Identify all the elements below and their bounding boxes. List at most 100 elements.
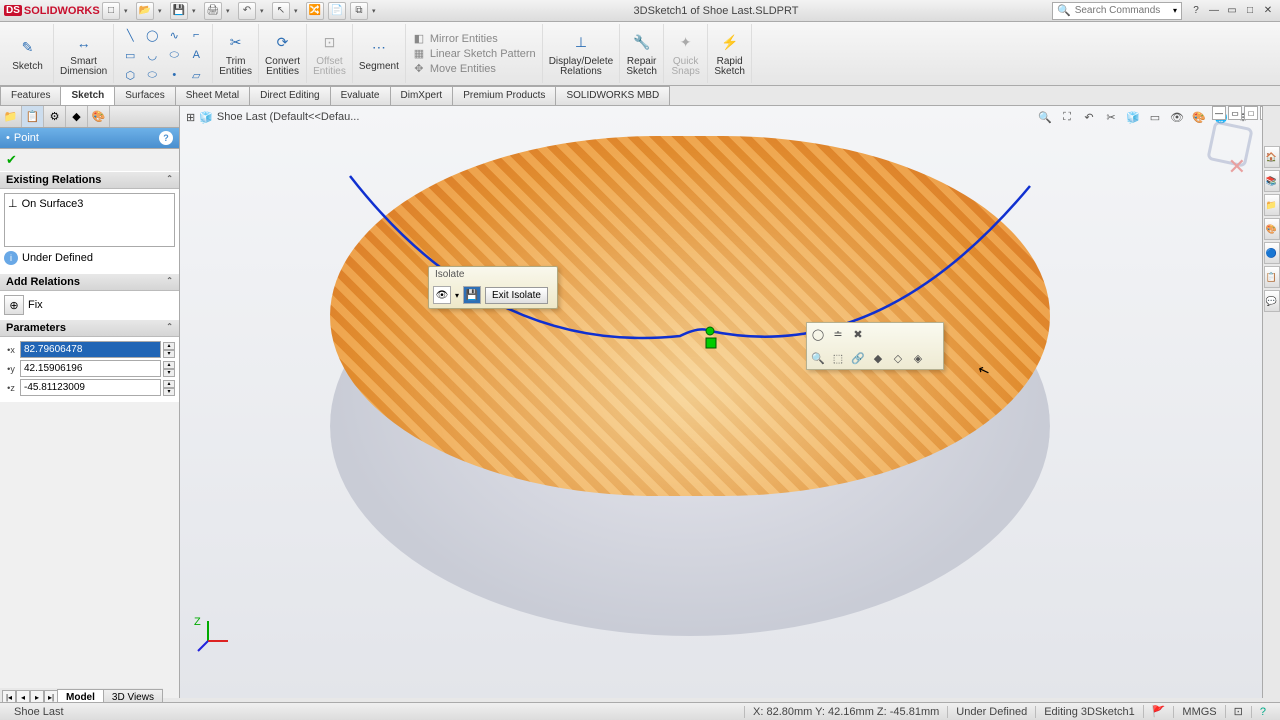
tab-dimxpert[interactable]: DimXpert — [390, 86, 454, 105]
ctx-coincident-icon[interactable]: ◈ — [910, 350, 926, 366]
fillet-icon[interactable]: ⌐ — [186, 26, 206, 44]
qat-select-icon[interactable]: ↖ — [272, 2, 290, 20]
pm-feature-tree-icon[interactable]: 📁 — [0, 106, 22, 127]
inner-restore-icon[interactable]: ▭ — [1228, 106, 1242, 120]
spinner[interactable]: ▴▾ — [163, 361, 175, 377]
tab-directediting[interactable]: Direct Editing — [249, 86, 330, 105]
search-commands[interactable]: 🔍 ▾ — [1052, 2, 1182, 20]
point-icon[interactable]: • — [164, 66, 184, 84]
qat-settings-icon[interactable]: ⧉ — [350, 2, 368, 20]
help-icon[interactable]: ? — [1188, 4, 1204, 18]
tab-mbd[interactable]: SOLIDWORKS MBD — [555, 86, 670, 105]
move-row[interactable]: ✥Move Entities — [412, 62, 536, 75]
tp-file-explorer-icon[interactable]: 📁 — [1264, 194, 1280, 216]
isolate-drop-icon[interactable]: ▾ — [455, 291, 459, 300]
circle-icon[interactable]: ◯ — [142, 26, 162, 44]
tab-evaluate[interactable]: Evaluate — [330, 86, 391, 105]
relations-list[interactable]: ⊥On Surface3 — [4, 193, 175, 247]
tp-appearances-icon[interactable]: 🔵 — [1264, 242, 1280, 264]
qat-print-icon[interactable]: 🖨 — [204, 2, 222, 20]
plane-icon[interactable]: ▱ — [186, 66, 206, 84]
existing-relations-header[interactable]: Existing Relations⌃ — [0, 171, 179, 189]
search-input[interactable] — [1075, 5, 1169, 16]
exit-isolate-button[interactable]: Exit Isolate — [485, 287, 548, 304]
pm-property-icon[interactable]: 📋 — [22, 106, 44, 127]
inner-min-icon[interactable]: — — [1212, 106, 1226, 120]
view-orient-icon[interactable]: 🧊 — [1124, 108, 1142, 126]
pm-config-icon[interactable]: ⚙ — [44, 106, 66, 127]
isolate-visibility-icon[interactable]: 👁 — [433, 286, 451, 304]
close-icon[interactable]: ✕ — [1260, 4, 1276, 18]
mirror-row[interactable]: ◧Mirror Entities — [412, 32, 536, 45]
sketch-button[interactable]: ✎ Sketch — [2, 24, 54, 83]
add-relations-header[interactable]: Add Relations⌃ — [0, 273, 179, 291]
qat-undo-icon[interactable]: ↶ — [238, 2, 256, 20]
pm-accept[interactable]: ✔ — [0, 149, 179, 171]
maximize-icon[interactable]: □ — [1242, 4, 1258, 18]
isolate-save-icon[interactable]: 💾 — [463, 286, 481, 304]
pm-display-icon[interactable]: 🎨 — [88, 106, 110, 127]
qat-open-icon[interactable]: 📂 — [136, 2, 154, 20]
ctx-zoom-icon[interactable]: 🔍 — [810, 350, 826, 366]
tp-forum-icon[interactable]: 💬 — [1264, 290, 1280, 312]
trim-button[interactable]: ✂Trim Entities — [213, 24, 259, 83]
text-icon[interactable]: A — [186, 46, 206, 64]
status-help-icon[interactable]: ? — [1251, 706, 1274, 718]
prev-view-icon[interactable]: ↶ — [1080, 108, 1098, 126]
help-icon[interactable]: ? — [159, 131, 173, 145]
param-y-input[interactable] — [20, 360, 161, 377]
breadcrumb[interactable]: ⊞ 🧊 Shoe Last (Default<<Defau... — [186, 111, 359, 124]
ctx-fix-icon[interactable]: ◆ — [870, 350, 886, 366]
tp-resources-icon[interactable]: 🏠 — [1264, 146, 1280, 168]
tab-premium[interactable]: Premium Products — [452, 86, 556, 105]
inner-max-icon[interactable]: □ — [1244, 106, 1258, 120]
pm-dim-icon[interactable]: ◆ — [66, 106, 88, 127]
appearance-icon[interactable]: 🎨 — [1190, 108, 1208, 126]
parameters-header[interactable]: Parameters⌃ — [0, 319, 179, 337]
status-units[interactable]: MMGS — [1173, 706, 1224, 718]
zoom-fit-icon[interactable]: 🔍 — [1036, 108, 1054, 126]
exit-sketch-icon[interactable]: ✕ — [1228, 154, 1246, 180]
fix-relation[interactable]: ⊕ Fix — [4, 295, 175, 315]
model-viewport[interactable] — [260, 126, 1120, 686]
tp-design-lib-icon[interactable]: 📚 — [1264, 170, 1280, 192]
status-lock-icon[interactable]: ⊡ — [1225, 705, 1251, 718]
polygon-icon[interactable]: ⬡ — [120, 66, 140, 84]
hide-show-icon[interactable]: 👁 — [1168, 108, 1186, 126]
expand-icon[interactable]: ⊞ — [186, 111, 195, 124]
qat-save-icon[interactable]: 💾 — [170, 2, 188, 20]
qat-rebuild-icon[interactable]: 🔀 — [306, 2, 324, 20]
param-x-input[interactable] — [20, 341, 161, 358]
search-dropdown-icon[interactable]: ▾ — [1173, 6, 1177, 15]
zoom-area-icon[interactable]: ⛶ — [1058, 108, 1076, 126]
smart-dimension-button[interactable]: ↔ Smart Dimension — [54, 24, 114, 83]
tab-sketch[interactable]: Sketch — [60, 86, 115, 105]
display-delete-button[interactable]: ⊥Display/Delete Relations — [543, 24, 620, 83]
tp-custom-props-icon[interactable]: 📋 — [1264, 266, 1280, 288]
pattern-row[interactable]: ▦Linear Sketch Pattern — [412, 47, 536, 60]
restore-icon[interactable]: ▭ — [1224, 4, 1240, 18]
tab-sheetmetal[interactable]: Sheet Metal — [175, 86, 250, 105]
segment-button[interactable]: ⋯Segment — [353, 24, 406, 83]
qat-new-icon[interactable]: □ — [102, 2, 120, 20]
relation-item[interactable]: ⊥On Surface3 — [7, 196, 172, 211]
section-icon[interactable]: ✂ — [1102, 108, 1120, 126]
tab-surfaces[interactable]: Surfaces — [114, 86, 175, 105]
spinner[interactable]: ▴▾ — [163, 342, 175, 358]
rect-icon[interactable]: ▭ — [120, 46, 140, 64]
slot-icon[interactable]: ⬭ — [142, 66, 162, 84]
ellipse-icon[interactable]: ⬭ — [164, 46, 184, 64]
line-icon[interactable]: ╲ — [120, 26, 140, 44]
spline-icon[interactable]: ∿ — [164, 26, 184, 44]
display-style-icon[interactable]: ▭ — [1146, 108, 1164, 126]
repair-button[interactable]: 🔧Repair Sketch — [620, 24, 664, 83]
spinner[interactable]: ▴▾ — [163, 380, 175, 396]
ctx-relation-icon[interactable]: ≐ — [830, 326, 846, 342]
status-flag-icon[interactable]: 🚩 — [1143, 705, 1174, 718]
ctx-tangent-icon[interactable]: ◇ — [890, 350, 906, 366]
convert-button[interactable]: ⟳Convert Entities — [259, 24, 307, 83]
ctx-delete-icon[interactable]: ✖ — [850, 326, 866, 342]
tp-view-palette-icon[interactable]: 🎨 — [1264, 218, 1280, 240]
ctx-normal-icon[interactable]: ⬚ — [830, 350, 846, 366]
tab-features[interactable]: Features — [0, 86, 61, 105]
